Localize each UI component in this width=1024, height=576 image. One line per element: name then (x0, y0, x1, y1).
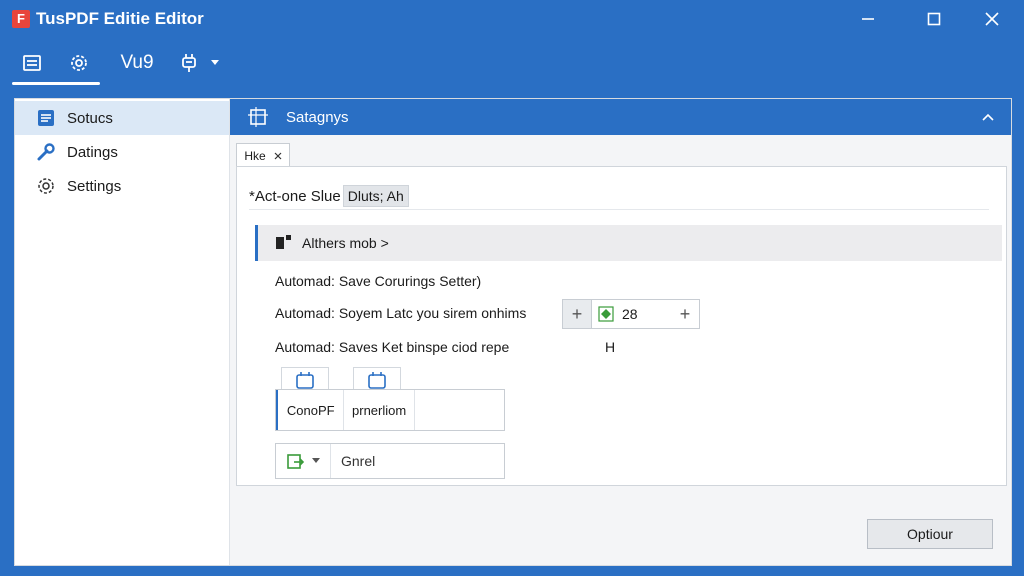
sidebar-item-label: Datings (67, 143, 118, 161)
combo-value: Gnrel (341, 453, 376, 469)
act-chip[interactable]: Dluts; Ah (342, 185, 409, 207)
toolbar: Vu9 (0, 38, 1024, 90)
maximize-button[interactable] (912, 4, 956, 34)
settings-panel: *Act-one Slue Dluts; Ah Althers mob > Au… (236, 166, 1007, 486)
tab-hke[interactable]: Hke (236, 143, 290, 168)
content-pane: Satagnys Hke *Act-one Slue Dluts; Ah Alt… (230, 99, 1011, 565)
close-icon (985, 12, 999, 26)
sidebar-item-datings[interactable]: Datings (15, 135, 229, 169)
app-logo: F (12, 10, 30, 28)
option-row-2: Automad: Soyem Latc you sirem onhims (275, 305, 527, 321)
act-row: *Act-one Slue Dluts; Ah (249, 183, 989, 210)
combo-box[interactable]: Gnrel (275, 443, 505, 479)
stepper-increment-button[interactable]: + (671, 300, 699, 328)
sidebar: Sotucs Datings Settings (15, 99, 230, 565)
settings-frame-icon (248, 107, 268, 127)
sidebar-item-label: Settings (67, 177, 122, 195)
h-label: H (605, 339, 616, 355)
act-label: *Act-one Slue (249, 187, 341, 205)
combo-dropdown-button[interactable] (276, 444, 331, 478)
field-prnerliom[interactable]: prnerliom (344, 390, 415, 430)
option-row-1: Automad: Save Corurings Setter) (275, 273, 482, 289)
stepper-value-text: 28 (622, 306, 638, 322)
collapse-button[interactable] (977, 107, 999, 127)
toolbar-gear-button[interactable] (64, 46, 94, 80)
export-icon (287, 454, 305, 469)
maximize-icon (927, 12, 941, 26)
clipboard-icon (296, 372, 314, 389)
gear-icon (35, 175, 57, 197)
field-group: ConoPF prnerliom (275, 389, 505, 431)
section-icon (276, 234, 292, 252)
option-row-3: Automad: Saves Ket binspe ciod repe (275, 339, 510, 355)
close-button[interactable] (970, 4, 1014, 34)
category-header: Satagnys (230, 99, 1011, 135)
field-empty[interactable] (415, 390, 504, 430)
quantity-stepper[interactable]: + 28 + (562, 299, 700, 329)
wrench-icon (35, 141, 57, 163)
tab-label: Hke (244, 149, 266, 163)
chevron-up-icon (982, 113, 994, 121)
title-bar: F TusPDF Editie Editor (0, 0, 1024, 38)
field-conopf[interactable]: ConoPF (276, 390, 345, 430)
toolbar-plugin-dropdown[interactable] (174, 46, 224, 80)
minimize-icon (862, 18, 874, 20)
toolbar-active-indicator (12, 82, 100, 85)
document-lines-icon (35, 107, 57, 129)
window-title: TusPDF Editie Editor (36, 9, 204, 28)
gear-scan-icon (71, 55, 87, 71)
chevron-down-icon (211, 60, 219, 65)
section-header[interactable]: Althers mob > (255, 225, 1002, 261)
document-icon (23, 55, 41, 71)
minimize-button[interactable] (846, 4, 890, 34)
option-button[interactable]: Optiour (867, 519, 993, 549)
sidebar-item-settings[interactable]: Settings (15, 169, 229, 203)
close-tab-icon[interactable] (274, 152, 282, 160)
toolbar-view-button[interactable]: Vu9 (116, 46, 158, 80)
category-title: Satagnys (286, 108, 349, 126)
stepper-decrement-button[interactable]: + (563, 300, 592, 328)
sidebar-item-sotucs[interactable]: Sotucs (15, 101, 229, 135)
chevron-down-icon (312, 458, 320, 463)
clipboard-icon (368, 372, 386, 389)
section-title: Althers mob > (302, 235, 389, 251)
toolbar-document-button[interactable] (18, 46, 46, 80)
green-badge-icon (598, 306, 614, 322)
stepper-value[interactable]: 28 (592, 306, 671, 322)
plugin-icon (182, 54, 196, 72)
sidebar-item-label: Sotucs (67, 109, 113, 127)
client-area: Sotucs Datings Settings Satagnys Hke *Ac… (14, 98, 1012, 566)
